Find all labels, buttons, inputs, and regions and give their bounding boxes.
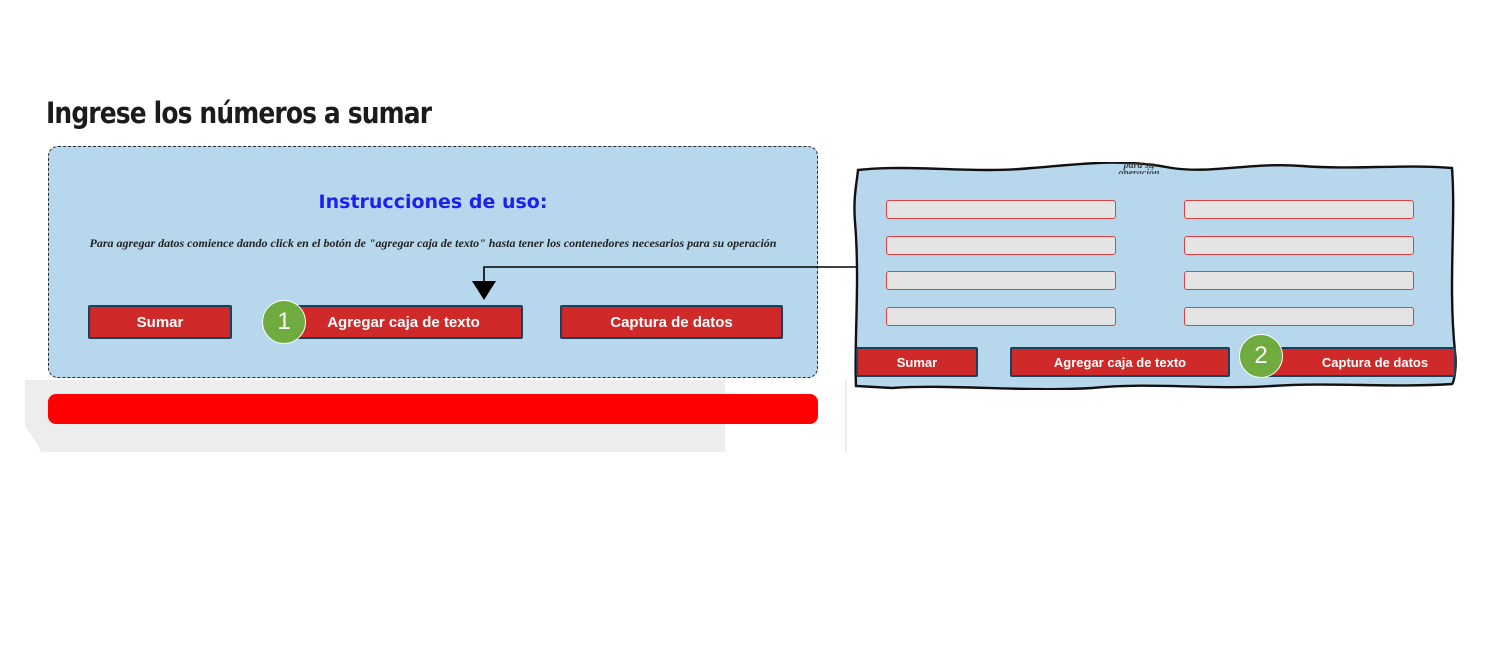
- snippet-input-4[interactable]: [1184, 236, 1414, 255]
- snippet-input-3[interactable]: [886, 236, 1116, 255]
- snippet-agregar-caja-button[interactable]: Agregar caja de texto: [1010, 347, 1230, 377]
- snippet-cut-text: para su operación: [1118, 162, 1160, 174]
- snippet-input-1[interactable]: [886, 200, 1116, 219]
- snippet-captura-datos-button[interactable]: Captura de datos: [1264, 347, 1456, 377]
- snippet-input-7[interactable]: [886, 307, 1116, 326]
- snippet-input-6[interactable]: [1184, 271, 1414, 290]
- snippet-input-2[interactable]: [1184, 200, 1414, 219]
- snippet-sumar-button[interactable]: Sumar: [856, 347, 978, 377]
- step-2-badge: 2: [1239, 334, 1283, 378]
- screenshot-snippet: para su operación Sumar Agregar caja de …: [852, 162, 1462, 390]
- snippet-input-8[interactable]: [1184, 307, 1414, 326]
- snippet-input-5[interactable]: [886, 271, 1116, 290]
